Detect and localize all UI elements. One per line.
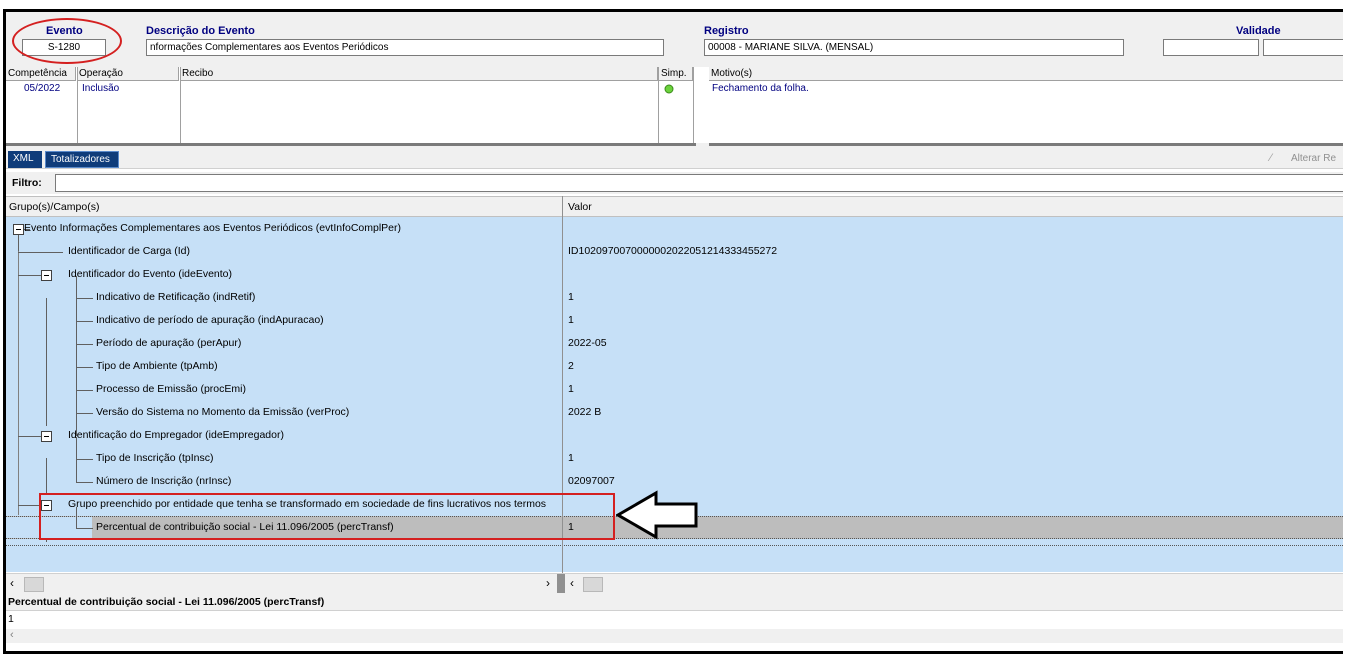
filtro-label: Filtro: (12, 177, 42, 189)
detail-title: Percentual de contribuição social - Lei … (8, 596, 325, 608)
tree-value: 02097007 (568, 475, 615, 487)
col-grupo-campo[interactable]: Grupo(s)/Campo(s) (9, 201, 99, 213)
tree-row[interactable]: Indicativo de período de apuração (indAp… (6, 309, 1343, 332)
tab-totalizadores[interactable]: Totalizadores (45, 151, 119, 168)
tab-xml[interactable]: XML (8, 151, 42, 168)
col-valor[interactable]: Valor (568, 201, 592, 213)
tree-row[interactable]: Tipo de Inscrição (tpInsc) 1 (6, 437, 1343, 482)
tree-row[interactable]: Tipo de Ambiente (tpAmb) 2 (6, 355, 1343, 378)
tree-connector (76, 344, 93, 345)
validade-end-field[interactable] (1263, 39, 1343, 56)
descricao-label: Descrição do Evento (146, 25, 255, 37)
event-window: Evento S-1280 Descrição do Evento nforma… (3, 9, 1343, 654)
tree-label: Identificador do Evento (ideEvento) (68, 268, 233, 280)
tree-row[interactable]: Período de apuração (perApur) 2022-05 (6, 332, 1343, 355)
operacao-value[interactable]: Inclusão (82, 82, 119, 95)
scroll-left-icon[interactable]: ‹ (570, 576, 574, 590)
scroll-left-icon[interactable]: ‹ (10, 576, 14, 590)
filter-bar: Filtro: (6, 172, 1343, 194)
tree-connector (76, 482, 93, 483)
col-recibo[interactable]: Recibo (180, 67, 658, 81)
tree-header: Grupo(s)/Campo(s) Valor (6, 196, 1343, 217)
tree-value: 1 (568, 383, 574, 395)
tree-row[interactable]: Processo de Emissão (procEmi) 1 (6, 378, 1343, 401)
tree-value: 1 (568, 291, 574, 303)
column-resize-handle[interactable] (557, 574, 565, 594)
tree-row[interactable]: Identificador de Carga (Id) ID1020970070… (6, 240, 1343, 263)
highlight-rectangle (39, 493, 615, 540)
scroll-thumb[interactable] (583, 577, 603, 592)
tree-connector (76, 413, 93, 414)
col-competencia[interactable]: Competência (6, 67, 76, 81)
registro-field[interactable]: 00008 - MARIANE SILVA. (MENSAL) (704, 39, 1124, 56)
scroll-left-icon[interactable]: ‹ (10, 629, 14, 641)
tree-connector (18, 252, 63, 253)
tab-bar: XML Totalizadores ⁄ Alterar Re (6, 149, 1343, 169)
tree-label: Tipo de Inscrição (tpInsc) (96, 452, 214, 464)
evento-highlight-circle (12, 18, 122, 64)
edit-pencil-icon: ⁄ (1270, 152, 1272, 164)
pointer-arrow-icon (615, 490, 701, 543)
tree-label: Indicativo de período de apuração (indAp… (96, 314, 324, 326)
tree-value: 2022 B (568, 406, 602, 418)
status-ok-icon (664, 84, 674, 98)
competencia-value[interactable]: 05/2022 (24, 82, 60, 95)
tree-value: ID1020970070000002022051214333455272 (568, 245, 778, 257)
tree-end-line (6, 545, 1343, 547)
col-simp[interactable]: Simp. (659, 67, 693, 81)
horizontal-scrollbars: ‹ › ‹ (6, 573, 1343, 594)
grid-divider (658, 67, 659, 143)
detail-scrollbar[interactable]: ‹ (6, 629, 1343, 643)
tree-row[interactable]: Evento Informações Complementares aos Ev… (6, 217, 1343, 240)
motivo-value[interactable]: Fechamento da folha. (712, 82, 809, 95)
tree-value: 2022-05 (568, 337, 607, 349)
collapse-icon[interactable] (13, 224, 24, 235)
tree-connector (76, 390, 93, 391)
tree-label: Evento Informações Complementares aos Ev… (24, 222, 402, 234)
detail-panel: Percentual de contribuição social - Lei … (6, 593, 1343, 651)
tree-connector (76, 459, 93, 460)
alterar-button[interactable]: Alterar Re (1291, 153, 1336, 164)
tree-connector (76, 298, 93, 299)
tree-connector (18, 436, 42, 437)
col-motivos[interactable]: Motivo(s) (709, 67, 1343, 81)
grid-divider (180, 67, 181, 143)
validade-start-field[interactable] (1163, 39, 1259, 56)
col-operacao[interactable]: Operação (77, 67, 179, 81)
receipts-grid: Competência Operação Recibo Simp. Motivo… (6, 67, 1343, 143)
tree-value: 1 (568, 452, 574, 464)
registro-label: Registro (704, 25, 749, 37)
tree-connector (76, 367, 93, 368)
tree-label: Período de apuração (perApur) (96, 337, 242, 349)
grid-divider (77, 67, 78, 143)
tree-value: 2 (568, 360, 574, 372)
tree-connector (76, 321, 93, 322)
tree-row[interactable]: Identificador do Evento (ideEvento) (6, 263, 1343, 286)
detail-value[interactable]: 1 (8, 613, 14, 625)
tree-label: Processo de Emissão (procEmi) (96, 383, 246, 395)
detail-title-bar: Percentual de contribuição social - Lei … (6, 593, 1343, 611)
tree-value: 1 (568, 314, 574, 326)
tree-row[interactable]: Versão do Sistema no Momento da Emissão … (6, 401, 1343, 424)
descricao-field[interactable]: nformações Complementares aos Eventos Pe… (146, 39, 664, 56)
tree-label: Versão do Sistema no Momento da Emissão … (96, 406, 350, 418)
tree-label: Identificador de Carga (Id) (68, 245, 190, 257)
tree-row[interactable]: Identificação do Empregador (ideEmpregad… (6, 424, 1343, 447)
grid-divider (693, 67, 694, 143)
collapse-icon[interactable] (41, 270, 52, 281)
tree-label: Tipo de Ambiente (tpAmb) (96, 360, 218, 372)
tree-label: Identificação do Empregador (ideEmpregad… (68, 429, 284, 441)
tree-connector (18, 275, 42, 276)
validade-label: Validade (1236, 25, 1281, 37)
tree-label: Indicativo de Retificação (indRetif) (96, 291, 256, 303)
scroll-thumb[interactable] (24, 577, 44, 592)
event-header: Evento S-1280 Descrição do Evento nforma… (6, 12, 1343, 67)
scroll-right-icon[interactable]: › (546, 576, 550, 590)
tree-row[interactable]: Indicativo de Retificação (indRetif) 1 (6, 276, 1343, 436)
tree-label: Número de Inscrição (nrInsc) (96, 475, 232, 487)
collapse-icon[interactable] (41, 431, 52, 442)
filter-input[interactable] (55, 174, 1343, 192)
